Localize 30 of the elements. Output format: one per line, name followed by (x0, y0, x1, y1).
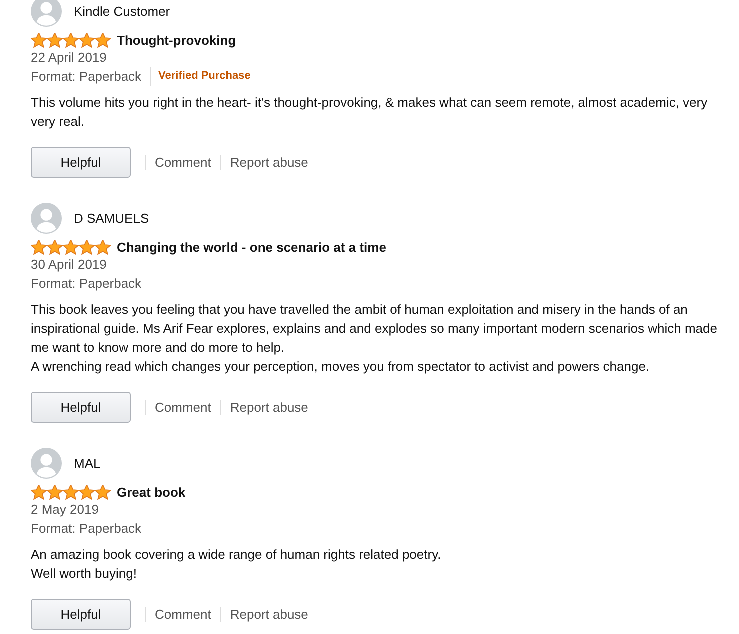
comment-link[interactable]: Comment (145, 155, 220, 170)
avatar-icon (31, 448, 62, 478)
report-abuse-link[interactable]: Report abuse (220, 607, 318, 622)
reviewer-name[interactable]: MAL (74, 456, 101, 470)
review-title[interactable]: Changing the world - one scenario at a time (117, 240, 386, 255)
reviewer-name[interactable]: Kindle Customer (74, 4, 170, 18)
review-date: 30 April 2019 (31, 256, 108, 274)
review-text: An amazing book covering a wide range of human rights related poetry. (31, 546, 442, 564)
review-text: A wrenching read which changes your perception, moves you from spectator to activist and powers change. (31, 358, 651, 376)
review-text: This book leaves you feeling that you have travelled the ambit of human exploitation and misery in the hands of an inspirational guide. Ms Arif Fear explores, explains and and explodes so many important modern scenarios which made me want to know more and do more to help. (31, 301, 718, 357)
verified-purchase-label: Verified Purchase (150, 67, 251, 86)
helpful-button[interactable]: Helpful (31, 147, 131, 178)
review-date: 2 May 2019 (31, 501, 100, 519)
format-label: Format: Paperback (31, 275, 142, 293)
report-abuse-link[interactable]: Report abuse (220, 155, 318, 170)
helpful-button[interactable]: Helpful (31, 599, 131, 630)
reviewer-name[interactable]: D SAMUELS (74, 210, 150, 226)
comment-link[interactable]: Comment (145, 607, 220, 622)
avatar-icon (31, 0, 62, 26)
review-title[interactable]: Great book (117, 485, 186, 500)
review-text: This volume hits you right in the heart- it's thought-provoking, & makes what can seem remote, almost academic, very very real. (31, 94, 709, 131)
review-text: Well worth buying! (31, 565, 138, 583)
report-abuse-link[interactable]: Report abuse (220, 400, 318, 415)
review-title[interactable]: Thought-provoking (117, 33, 236, 48)
format-label: Format: Paperback (31, 520, 142, 538)
comment-link[interactable]: Comment (145, 400, 220, 415)
avatar-icon (31, 202, 62, 234)
review-date: 22 April 2019 (31, 49, 108, 67)
helpful-button[interactable]: Helpful (31, 392, 131, 423)
format-label: Format: Paperback (31, 68, 142, 86)
